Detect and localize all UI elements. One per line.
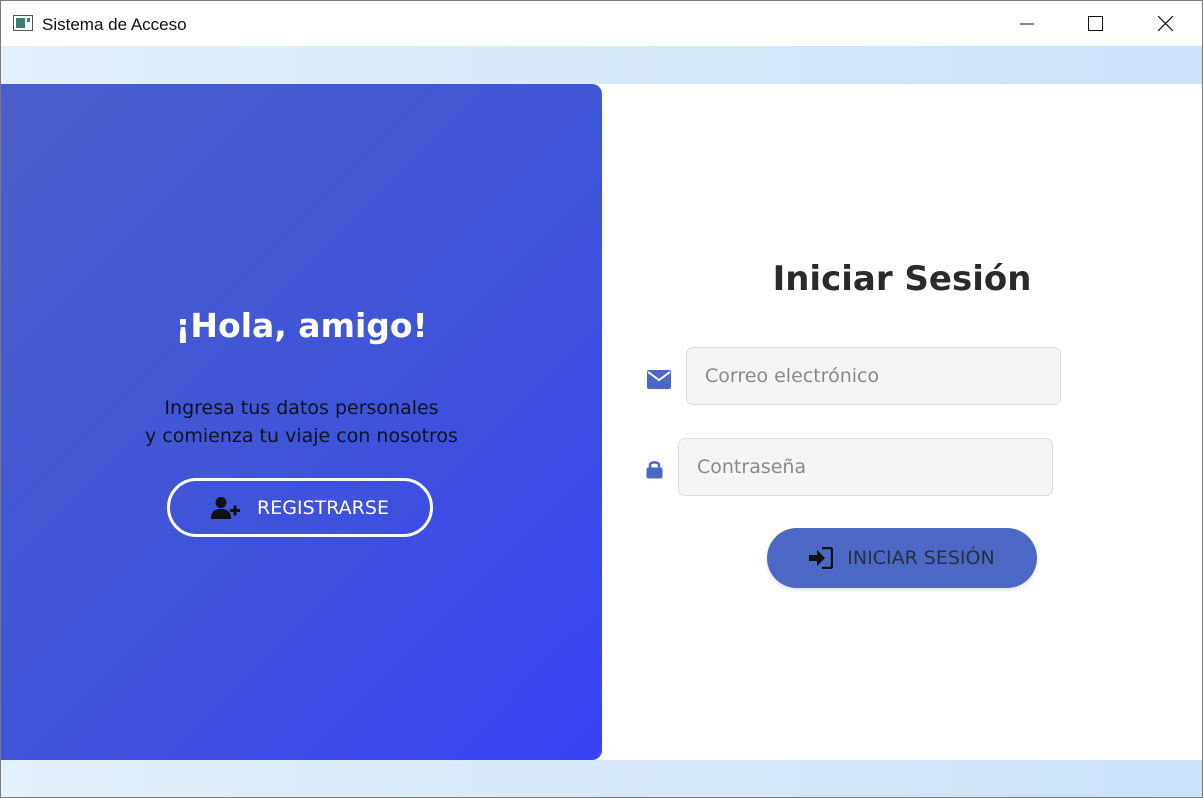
client-area: ¡Hola, amigo! Ingresa tus datos personal… [1,46,1202,797]
welcome-subtitle-line1: Ingresa tus datos personales [164,397,439,419]
welcome-subtitle-line2: y comienza tu viaje con nosotros [145,425,458,447]
password-field[interactable] [678,438,1053,496]
login-heading: Iniciar Sesión [772,259,1032,299]
sign-in-icon [809,547,834,569]
email-field[interactable] [686,347,1061,405]
login-card: ¡Hola, amigo! Ingresa tus datos personal… [1,84,1202,760]
minimize-icon [1020,23,1034,24]
register-button-label: REGISTRARSE [257,496,389,519]
welcome-subtitle: Ingresa tus datos personales y comienza … [1,394,602,450]
user-plus-icon [211,496,241,519]
maximize-button[interactable] [1072,1,1118,46]
close-icon [1157,16,1173,31]
app-window: Sistema de Acceso ¡Hola, amigo! Ingresa … [0,0,1203,798]
app-window-icon [13,15,33,31]
login-panel: Iniciar Sesión INICIAR SESIÓN [602,84,1202,760]
envelope-icon [647,370,671,389]
login-button-label: INICIAR SESIÓN [847,547,995,569]
maximize-icon [1087,16,1103,31]
minimize-button[interactable] [1004,1,1050,46]
window-title: Sistema de Acceso [42,15,187,34]
login-button[interactable]: INICIAR SESIÓN [767,528,1037,588]
close-button[interactable] [1142,1,1188,46]
register-button[interactable]: REGISTRARSE [167,478,433,537]
welcome-heading: ¡Hola, amigo! [175,306,428,345]
title-bar[interactable]: Sistema de Acceso [1,1,1202,46]
welcome-panel: ¡Hola, amigo! Ingresa tus datos personal… [1,84,602,760]
lock-icon [646,461,663,479]
